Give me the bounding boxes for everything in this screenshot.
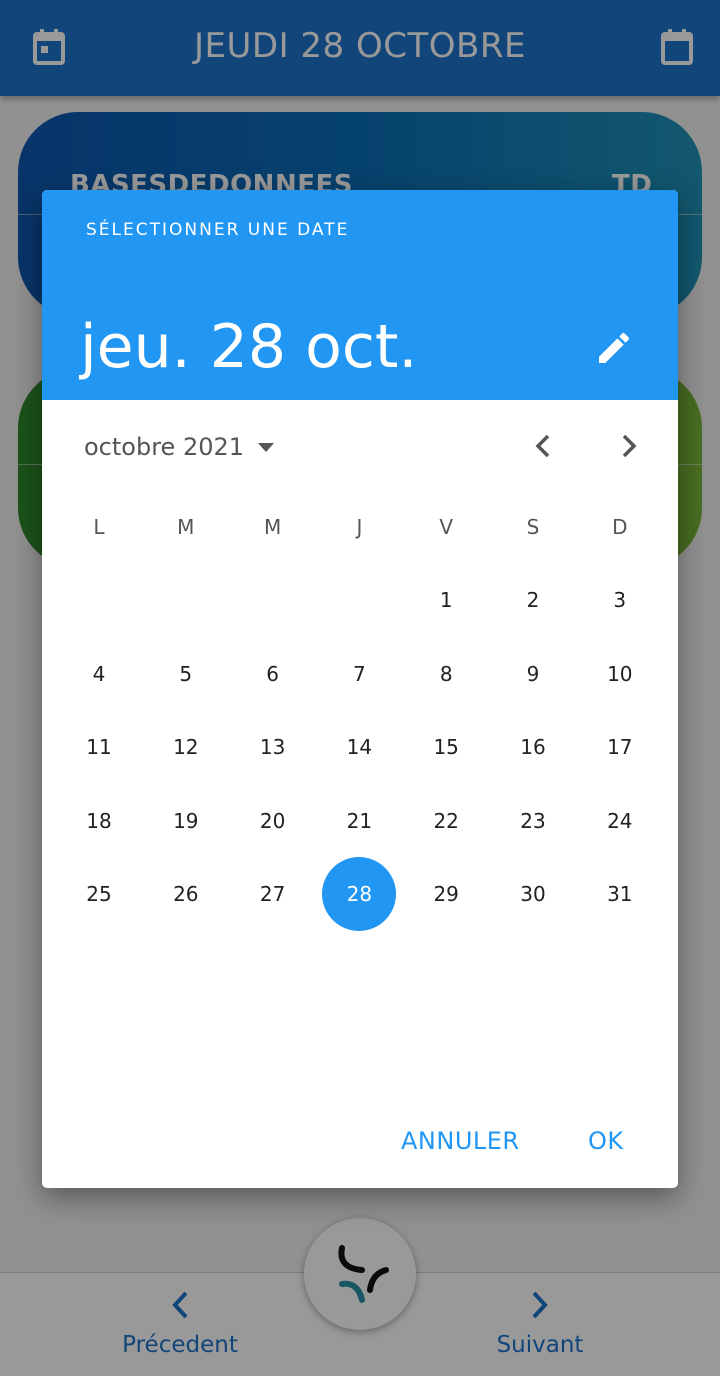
calendar-day[interactable]: 20 (236, 784, 310, 858)
calendar-day[interactable]: 17 (583, 710, 657, 784)
chevron-left-icon (535, 434, 550, 458)
month-year-label: octobre 2021 (84, 433, 245, 461)
calendar-day[interactable]: 27 (236, 857, 310, 931)
date-picker-dialog: SÉLECTIONNER UNE DATE jeu. 28 oct. octob… (42, 190, 678, 1188)
calendar-day[interactable]: 10 (583, 637, 657, 711)
next-month-button[interactable] (612, 428, 644, 464)
calendar-day[interactable]: 16 (496, 710, 570, 784)
calendar-day[interactable]: 11 (62, 710, 136, 784)
calendar-day[interactable]: 4 (62, 637, 136, 711)
calendar-day[interactable]: 9 (496, 637, 570, 711)
weekday-label: S (526, 515, 540, 539)
calendar-day[interactable]: 13 (236, 710, 310, 784)
calendar-day[interactable]: 30 (496, 857, 570, 931)
calendar-day[interactable]: 19 (149, 784, 223, 858)
selected-date-text: jeu. 28 oct. (80, 312, 418, 382)
weekday-label: J (356, 515, 363, 539)
calendar-day[interactable]: 12 (149, 710, 223, 784)
calendar-day[interactable]: 7 (322, 637, 396, 711)
dialog-header: SÉLECTIONNER UNE DATE jeu. 28 oct. (42, 190, 678, 400)
calendar-day[interactable]: 2 (496, 563, 570, 637)
weekday-label: L (93, 515, 105, 539)
calendar-day[interactable]: 25 (62, 857, 136, 931)
edit-date-button[interactable] (594, 328, 634, 368)
calendar-day[interactable]: 29 (409, 857, 483, 931)
weekday-label: M (263, 515, 282, 539)
calendar-day[interactable]: 23 (496, 784, 570, 858)
weekday-label: V (439, 515, 454, 539)
calendar-day[interactable]: 31 (583, 857, 657, 931)
calendar-day[interactable]: 21 (322, 784, 396, 858)
calendar-day[interactable]: 14 (322, 710, 396, 784)
calendar-day[interactable]: 3 (583, 563, 657, 637)
help-text: SÉLECTIONNER UNE DATE (86, 220, 350, 240)
chevron-right-icon (622, 434, 637, 458)
calendar-day[interactable]: 6 (236, 637, 310, 711)
calendar-day[interactable]: 24 (583, 784, 657, 858)
calendar-day[interactable]: 8 (409, 637, 483, 711)
cancel-button[interactable]: ANNULER (401, 1127, 520, 1155)
calendar-day[interactable]: 22 (409, 784, 483, 858)
weekday-label: D (612, 515, 628, 539)
pencil-icon (599, 332, 630, 363)
month-year-selector[interactable]: octobre 2021 (84, 430, 276, 464)
calendar-day[interactable]: 18 (62, 784, 136, 858)
calendar-day[interactable]: 15 (409, 710, 483, 784)
ok-button[interactable]: OK (588, 1127, 624, 1155)
selected-day[interactable]: 28 (322, 857, 397, 931)
previous-month-button[interactable] (528, 428, 560, 464)
calendar-day[interactable]: 26 (149, 857, 223, 931)
calendar-day[interactable]: 1 (409, 563, 483, 637)
calendar-day[interactable]: 5 (149, 637, 223, 711)
dropdown-arrow-icon (258, 443, 275, 452)
weekday-label: M (177, 515, 195, 539)
